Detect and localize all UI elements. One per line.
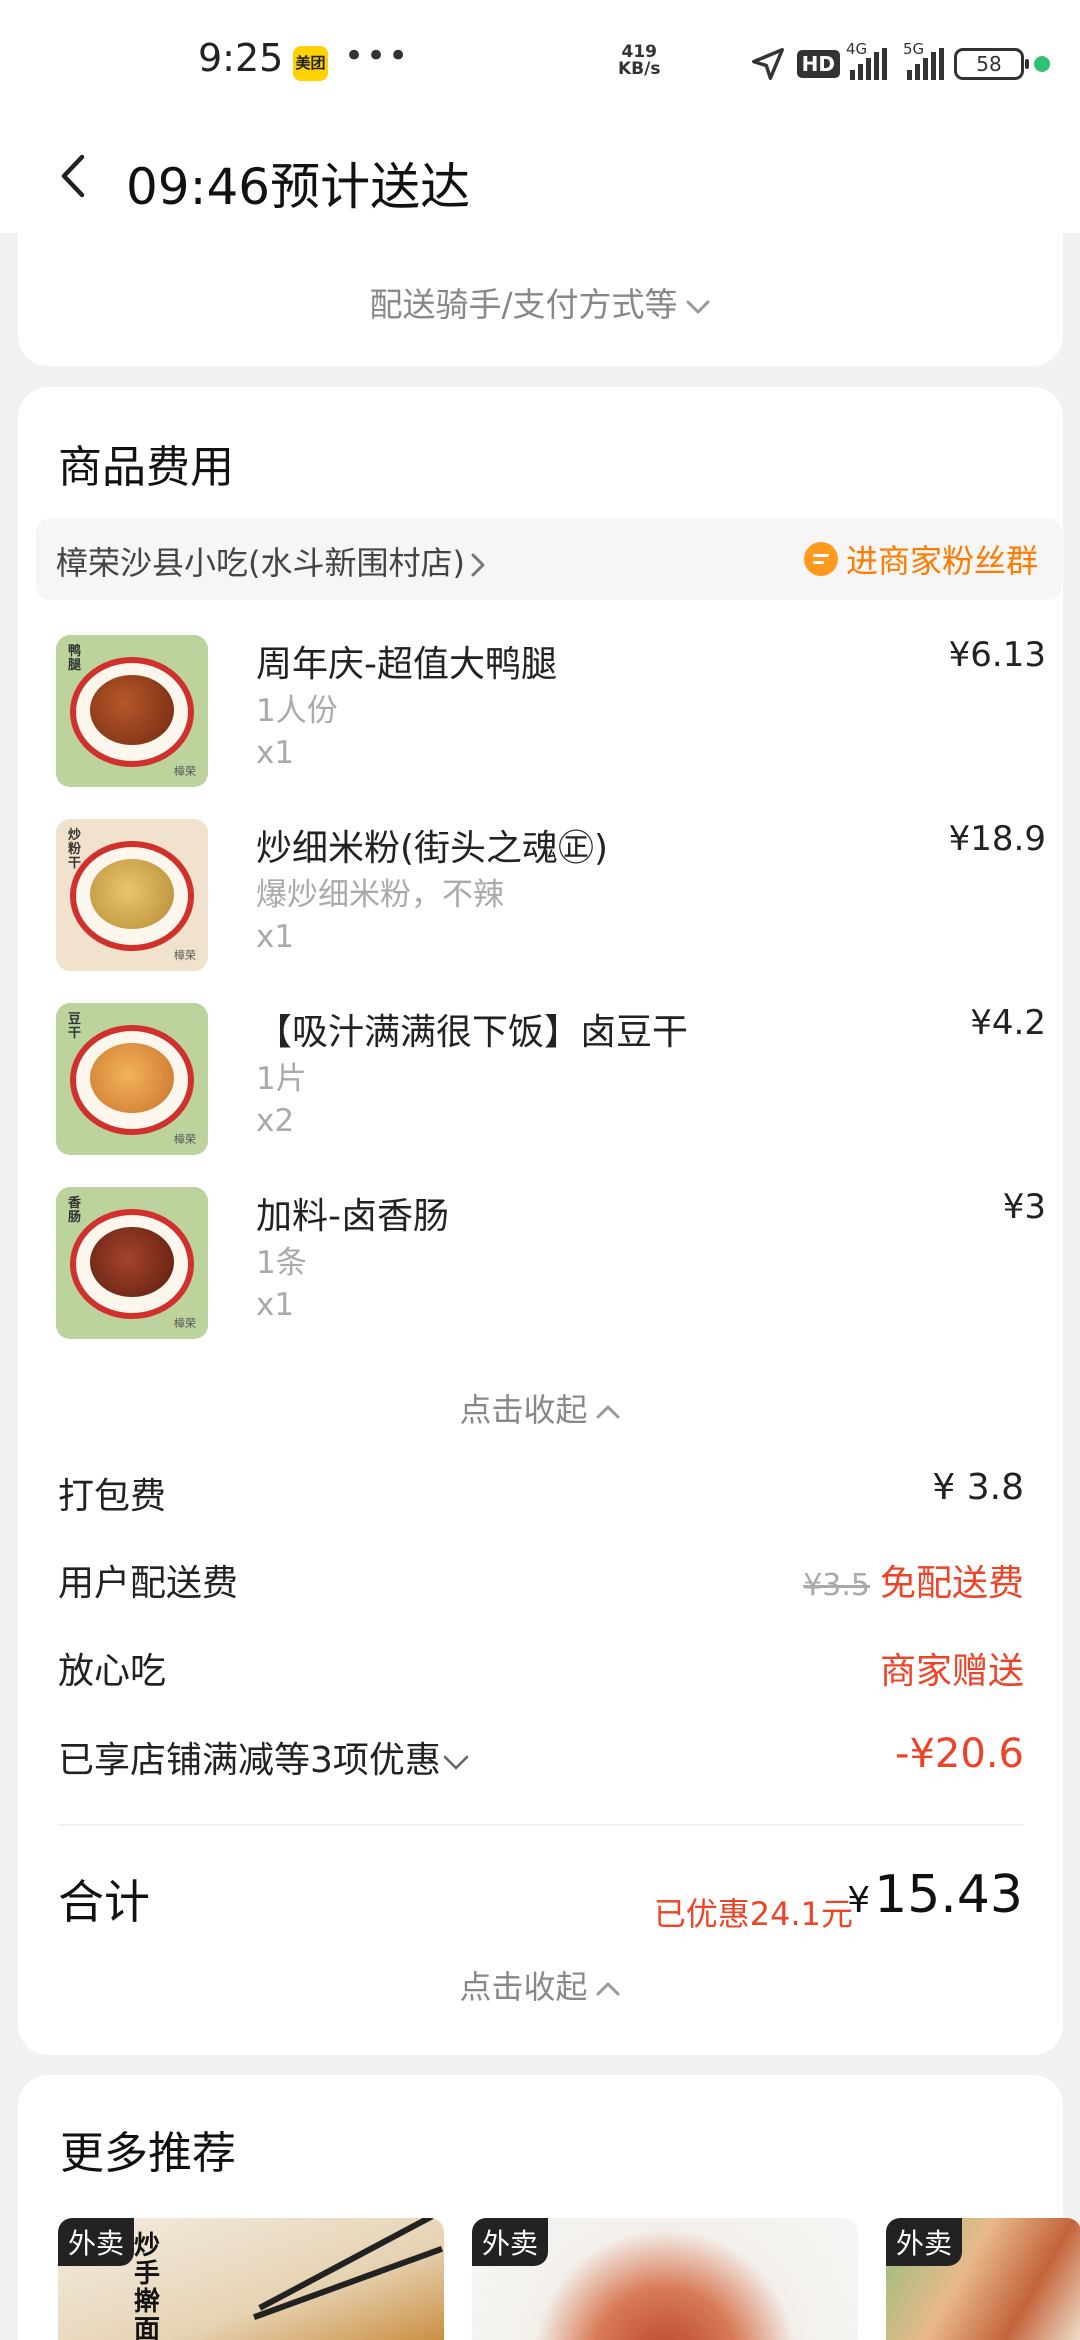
takeout-badge: 外卖 [58, 2218, 135, 2266]
item-thumbnail: 炒粉干 樟荣 [56, 819, 208, 971]
takeout-badge: 外卖 [472, 2218, 549, 2266]
item-quantity: x1 [256, 1287, 295, 1323]
collapse-fees-button[interactable]: 点击收起 [18, 1962, 1063, 2008]
signal-5g-label: 5G [903, 40, 925, 58]
chat-bubble-icon [803, 542, 838, 576]
delivery-fee-label: 用户配送费 [58, 1563, 239, 1604]
item-quantity: x1 [256, 735, 295, 771]
delivery-fee-value-group: ¥3.5 免配送费 [803, 1554, 1024, 1606]
total-currency: ¥ [847, 1880, 871, 1921]
total-saved: 已优惠24.1元 [653, 1895, 853, 1933]
item-name: 【吸汁满满很下饭】卤豆干 [256, 1012, 689, 1053]
assurance-row: 放心吃 商家赠送 [58, 1642, 1024, 1702]
signal-5g-icon: 5G [903, 40, 944, 80]
item-thumbnail: 豆干 樟荣 [56, 1003, 208, 1155]
product-fees-card: 商品费用 樟荣沙县小吃(水斗新围村店) 进商家粉丝群 鸭腿 樟荣 周年庆-超值大… [18, 387, 1063, 2055]
total-amount: ¥15.43 [847, 1865, 1023, 1925]
section-title: 商品费用 [58, 442, 234, 493]
order-item[interactable]: 豆干 樟荣 【吸汁满满很下饭】卤豆干 1片 x2 ¥4.2 [56, 1003, 1046, 1163]
join-fan-group-button[interactable]: 进商家粉丝群 [803, 536, 1038, 582]
item-spec: 1片 [256, 1061, 307, 1097]
signal-4g-icon: 4G [846, 40, 887, 80]
chevron-down-icon [443, 1755, 469, 1770]
chevron-up-icon [596, 1982, 619, 1996]
recommend-item[interactable]: 外卖 炒手擀面 [58, 2218, 444, 2340]
status-icons: HD 4G 5G 58 [749, 40, 1050, 84]
discounts-label: 已享店铺满减等3项优惠 [58, 1740, 441, 1781]
collapse-fees-label: 点击收起 [459, 1968, 588, 2006]
expand-delivery-info-label: 配送骑手/支付方式等 [369, 285, 678, 324]
total-amount-value: 15.43 [874, 1865, 1023, 1925]
status-time: 9:25 [198, 36, 284, 80]
signal-4g-label: 4G [846, 40, 868, 58]
recommend-item[interactable]: 外卖 [472, 2218, 858, 2340]
recommend-item[interactable]: 外卖 [886, 2218, 1080, 2340]
item-price: ¥3 [1002, 1187, 1046, 1227]
item-spec: 爆炒细米粉，不辣 [256, 877, 504, 913]
takeout-badge: 外卖 [886, 2218, 963, 2266]
delivery-fee-row: 用户配送费 ¥3.5 免配送费 [58, 1554, 1024, 1614]
chevron-up-icon [596, 1405, 619, 1419]
more-notifications-icon: ••• [344, 36, 411, 76]
discounts-row[interactable]: 已享店铺满减等3项优惠 -¥20.6 [58, 1731, 1024, 1791]
order-item[interactable]: 炒粉干 樟荣 炒细米粉(街头之魂㊣) 爆炒细米粉，不辣 x1 ¥18.9 [56, 819, 1046, 979]
battery-icon: 58 [954, 48, 1029, 80]
hd-voice-icon: HD [796, 50, 840, 78]
item-thumbnail: 香肠 樟荣 [56, 1187, 208, 1339]
status-bar: 9:25 美团 ••• 419 KB/s HD 4G 5G 58 [0, 0, 1080, 125]
page-title: 09:46预计送达 [126, 158, 471, 216]
item-price: ¥4.2 [970, 1003, 1046, 1043]
item-name: 加料-卤香肠 [256, 1196, 449, 1237]
item-name: 周年庆-超值大鸭腿 [256, 644, 557, 685]
item-thumbnail-tag: 豆干 [68, 1012, 82, 1041]
network-speed: 419 KB/s [618, 44, 660, 78]
collapse-items-button[interactable]: 点击收起 [18, 1385, 1063, 1431]
shop-name-link[interactable]: 樟荣沙县小吃(水斗新围村店) [56, 538, 487, 584]
item-spec: 1人份 [256, 693, 338, 729]
order-item[interactable]: 鸭腿 樟荣 周年庆-超值大鸭腿 1人份 x1 ¥6.13 [56, 635, 1046, 795]
packing-fee-label: 打包费 [58, 1476, 167, 1517]
discounts-toggle[interactable]: 已享店铺满减等3项优惠 [58, 1731, 471, 1783]
item-quantity: x2 [256, 1103, 295, 1139]
item-quantity: x1 [256, 919, 295, 955]
item-thumbnail-tag: 炒粉干 [68, 828, 82, 871]
network-speed-unit: KB/s [618, 59, 661, 79]
status-dot-icon [1034, 56, 1050, 72]
delivery-fee-original: ¥3.5 [803, 1568, 870, 1603]
divider [58, 1824, 1024, 1826]
join-fan-group-label: 进商家粉丝群 [845, 542, 1038, 580]
total-label: 合计 [58, 1875, 150, 1929]
item-thumbnail-brand: 樟荣 [174, 765, 196, 778]
location-arrow-icon [751, 48, 784, 80]
expand-delivery-info-button[interactable]: 配送骑手/支付方式等 [18, 278, 1063, 326]
packing-fee-value: ¥ 3.8 [932, 1467, 1024, 1508]
assurance-value: 商家赠送 [879, 1651, 1024, 1692]
item-spec: 1条 [256, 1245, 307, 1281]
shop-name-label: 樟荣沙县小吃(水斗新围村店) [56, 544, 465, 582]
page-header: 09:46预计送达 [0, 125, 1080, 233]
collapse-items-label: 点击收起 [459, 1391, 588, 1429]
assurance-label: 放心吃 [58, 1651, 167, 1692]
back-arrow-icon[interactable] [52, 145, 96, 207]
meituan-app-icon: 美团 [293, 46, 328, 81]
delivery-fee-value: 免配送费 [879, 1563, 1024, 1604]
item-thumbnail-brand: 樟荣 [174, 1133, 196, 1146]
shop-bar: 樟荣沙县小吃(水斗新围村店) 进商家粉丝群 [36, 518, 1062, 600]
recommend-card: 更多推荐 外卖 炒手擀面 外卖 外卖 [18, 2075, 1080, 2340]
item-thumbnail-brand: 樟荣 [174, 949, 196, 962]
recommend-title: 更多推荐 [60, 2128, 236, 2179]
item-price: ¥18.9 [948, 819, 1046, 859]
item-thumbnail-brand: 樟荣 [174, 1317, 196, 1330]
order-item[interactable]: 香肠 樟荣 加料-卤香肠 1条 x1 ¥3 [56, 1187, 1046, 1347]
packing-fee-row: 打包费 ¥ 3.8 [58, 1467, 1024, 1527]
item-thumbnail-tag: 鸭腿 [68, 644, 82, 673]
item-thumbnail-tag: 香肠 [68, 1196, 82, 1225]
item-thumbnail: 鸭腿 樟荣 [56, 635, 208, 787]
item-name: 炒细米粉(街头之魂㊣) [256, 828, 609, 869]
recommend-item-sign: 炒手擀面 [134, 2231, 161, 2340]
discounts-value: -¥20.6 [895, 1731, 1024, 1777]
item-price: ¥6.13 [948, 635, 1046, 675]
chevron-right-icon [471, 553, 485, 577]
chevron-down-icon [686, 300, 710, 313]
